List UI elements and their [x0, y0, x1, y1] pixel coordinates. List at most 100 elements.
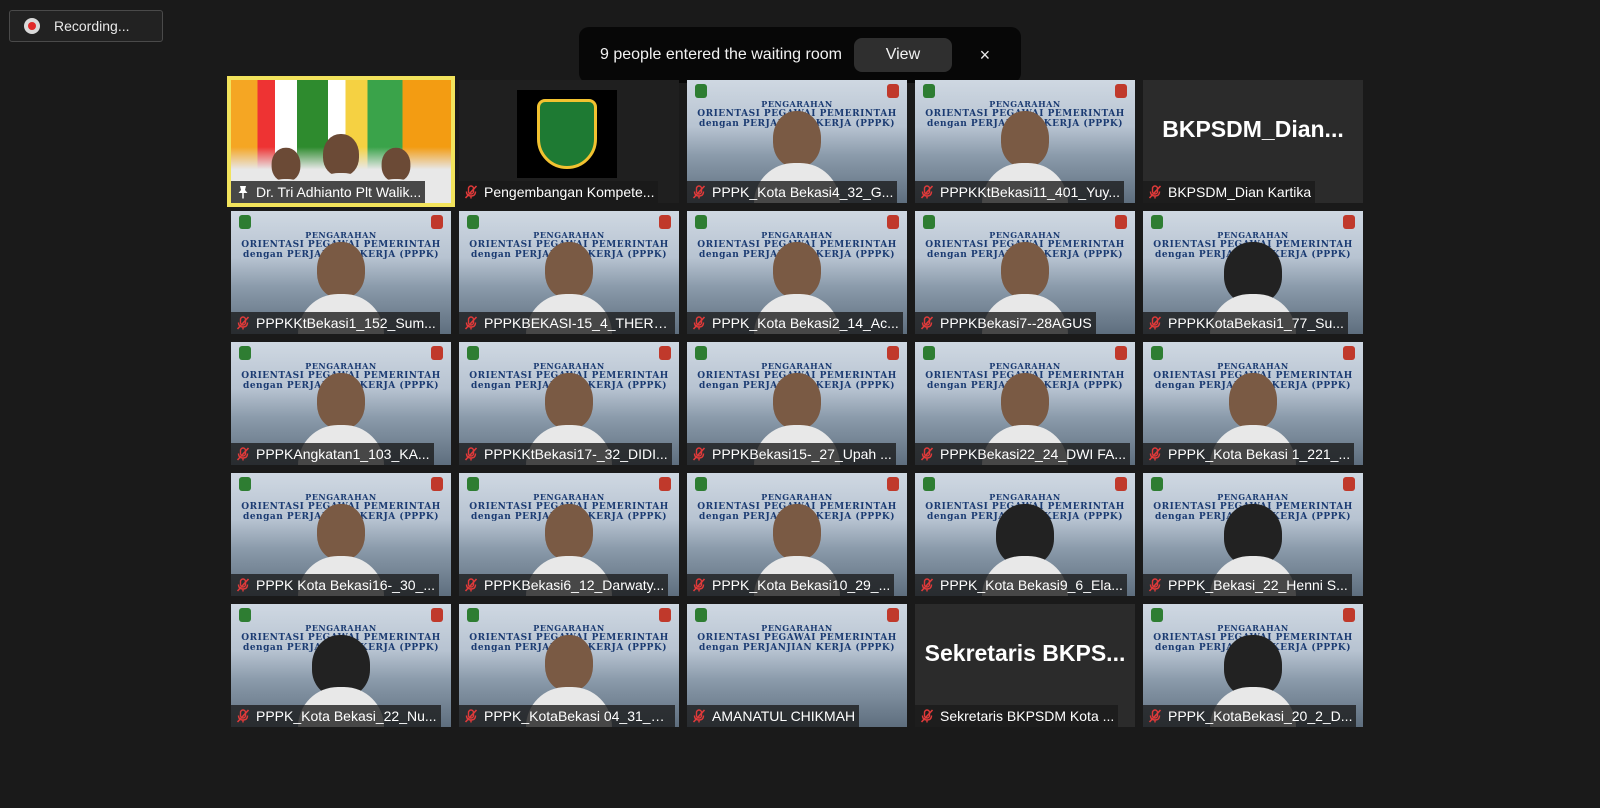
participant-tile[interactable]: Sekretaris BKPS... Sekretaris BKPSDM Kota…	[915, 604, 1135, 727]
participant-name: Pengembangan Kompete...	[484, 184, 655, 200]
participant-tile[interactable]: PENGARAHANORIENTASI PEGAWAI PEMERINTAHde…	[687, 473, 907, 596]
participant-name: PPPK Kota Bekasi16-_30_...	[256, 577, 435, 593]
banner-text: PENGARAHAN	[989, 361, 1061, 371]
banner-text: PENGARAHAN	[1217, 492, 1289, 502]
participant-name: PPPKKotaBekasi1_77_Su...	[1168, 315, 1344, 331]
mic-off-icon	[1148, 316, 1162, 330]
participant-tile[interactable]: Pengembangan Kompete...	[459, 80, 679, 203]
mic-off-icon	[692, 185, 706, 199]
mic-off-icon	[692, 709, 706, 723]
participant-name: PPPK_Kota Bekasi2_14_Ac...	[712, 315, 899, 331]
banner-text: PENGARAHAN	[305, 361, 377, 371]
banner-text: PENGARAHAN	[761, 99, 833, 109]
participant-name-label: PPPK_KotaBekasi_20_2_D...	[1143, 705, 1357, 727]
participant-name-label: PPPKBekasi22_24_DWI FA...	[915, 443, 1130, 465]
banner-text: PENGARAHAN	[533, 230, 605, 240]
participant-tile[interactable]: PENGARAHANORIENTASI PEGAWAI PEMERINTAHde…	[1143, 211, 1363, 334]
banner-text: PENGARAHAN	[761, 361, 833, 371]
close-icon[interactable]: ×	[974, 44, 996, 66]
recording-label: Recording...	[54, 18, 130, 34]
participant-tile[interactable]: PENGARAHANORIENTASI PEGAWAI PEMERINTAHde…	[687, 211, 907, 334]
participant-display-name: BKPSDM_Dian...	[1162, 116, 1344, 142]
participant-tile[interactable]: PENGARAHANORIENTASI PEGAWAI PEMERINTAHde…	[459, 604, 679, 727]
participant-tile[interactable]: BKPSDM_Dian... BKPSDM_Dian Kartika	[1143, 80, 1363, 203]
view-waiting-room-button[interactable]: View	[853, 38, 952, 72]
participant-name: PPPK_Kota Bekasi10_29_...	[712, 577, 891, 593]
participant-tile[interactable]: PENGARAHANORIENTASI PEGAWAI PEMERINTAHde…	[231, 342, 451, 465]
participant-display-name: Sekretaris BKPS...	[924, 640, 1126, 666]
participant-name-label: PPPKKtBekasi11_401_Yuy...	[915, 181, 1125, 203]
participant-name: PPPK_KotaBekasi_20_2_D...	[1168, 708, 1353, 724]
mic-off-icon	[236, 316, 250, 330]
banner-text: PENGARAHAN	[1217, 230, 1289, 240]
banner-text: dengan PERJANJIAN KERJA (PPPK)	[699, 643, 895, 653]
participant-tile[interactable]: PENGARAHANORIENTASI PEGAWAI PEMERINTAHde…	[231, 211, 451, 334]
participant-name: PPPK_Bekasi_22_Henni S...	[1168, 577, 1348, 593]
participant-tile[interactable]: PENGARAHANORIENTASI PEGAWAI PEMERINTAHde…	[1143, 604, 1363, 727]
participant-tile[interactable]: PENGARAHANORIENTASI PEGAWAI PEMERINTAHde…	[687, 604, 907, 727]
participant-name-label: Dr. Tri Adhianto Plt Walik...	[231, 181, 426, 203]
banner-text: PENGARAHAN	[1217, 623, 1289, 633]
participant-name: BKPSDM_Dian Kartika	[1168, 184, 1312, 200]
participant-tile[interactable]: PENGARAHANORIENTASI PEGAWAI PEMERINTAHde…	[231, 473, 451, 596]
participant-name: PPPK_Kota Bekasi 1_221_...	[1168, 446, 1351, 462]
participant-tile[interactable]: PENGARAHANORIENTASI PEGAWAI PEMERINTAHde…	[459, 473, 679, 596]
participant-tile[interactable]: PENGARAHANORIENTASI PEGAWAI PEMERINTAHde…	[915, 211, 1135, 334]
city-crest-logo	[517, 90, 617, 178]
participant-tile[interactable]: PENGARAHANORIENTASI PEGAWAI PEMERINTAHde…	[1143, 342, 1363, 465]
participant-name-label: PPPKBekasi7--28AGUS	[915, 312, 1096, 334]
banner-text: PENGARAHAN	[989, 492, 1061, 502]
participant-tile[interactable]: PENGARAHANORIENTASI PEGAWAI PEMERINTAHde…	[915, 80, 1135, 203]
participant-name-label: PPPKBEKASI-15_4_THERE...	[459, 312, 675, 334]
participant-tile[interactable]: PENGARAHANORIENTASI PEGAWAI PEMERINTAHde…	[1143, 473, 1363, 596]
participant-name-label: Sekretaris BKPSDM Kota ...	[915, 705, 1119, 727]
participant-gallery: Dr. Tri Adhianto Plt Walik... Pengembanga…	[227, 76, 1363, 727]
banner-text: PENGARAHAN	[533, 623, 605, 633]
participant-name-label: PPPK_Kota Bekasi10_29_...	[687, 574, 895, 596]
mic-off-icon	[692, 316, 706, 330]
recording-indicator[interactable]: Recording...	[9, 10, 163, 42]
participant-name-label: PPPKAngkatan1_103_KA...	[231, 443, 434, 465]
participant-name: Dr. Tri Adhianto Plt Walik...	[256, 184, 422, 200]
participant-name: PPPK_Kota Bekasi4_32_G...	[712, 184, 894, 200]
mic-off-icon	[692, 578, 706, 592]
participant-name: PPPKBekasi22_24_DWI FA...	[940, 446, 1126, 462]
waiting-room-message: 9 people entered the waiting room	[600, 46, 842, 63]
mic-off-icon	[464, 578, 478, 592]
participant-name-label: PPPKKotaBekasi1_77_Su...	[1143, 312, 1348, 334]
participant-name: AMANATUL CHIKMAH	[712, 708, 856, 724]
banner-text: PENGARAHAN	[533, 492, 605, 502]
participant-name-label: PPPK Kota Bekasi16-_30_...	[231, 574, 439, 596]
banner-text: PENGARAHAN	[761, 623, 833, 633]
participant-tile[interactable]: PENGARAHANORIENTASI PEGAWAI PEMERINTAHde…	[231, 604, 451, 727]
mic-off-icon	[464, 447, 478, 461]
participant-tile[interactable]: Dr. Tri Adhianto Plt Walik...	[227, 76, 455, 207]
participant-tile[interactable]: PENGARAHANORIENTASI PEGAWAI PEMERINTAHde…	[687, 342, 907, 465]
participant-name: Sekretaris BKPSDM Kota ...	[940, 708, 1115, 724]
waiting-room-notification: 9 people entered the waiting room View ×	[579, 27, 1021, 83]
banner-text: PENGARAHAN	[305, 492, 377, 502]
participant-name-label: PPPK_Kota Bekasi 1_221_...	[1143, 443, 1355, 465]
participant-tile[interactable]: PENGARAHANORIENTASI PEGAWAI PEMERINTAHde…	[915, 473, 1135, 596]
banner-text: ORIENTASI PEGAWAI PEMERINTAH	[697, 633, 897, 643]
participant-name-label: PPPK_Bekasi_22_Henni S...	[1143, 574, 1352, 596]
participant-tile[interactable]: PENGARAHANORIENTASI PEGAWAI PEMERINTAHde…	[459, 342, 679, 465]
participant-tile[interactable]: PENGARAHANORIENTASI PEGAWAI PEMERINTAHde…	[687, 80, 907, 203]
participant-name-label: Pengembangan Kompete...	[459, 181, 659, 203]
participant-tile[interactable]: PENGARAHANORIENTASI PEGAWAI PEMERINTAHde…	[915, 342, 1135, 465]
participant-name: PPPKKtBekasi11_401_Yuy...	[940, 184, 1121, 200]
participant-name-label: BKPSDM_Dian Kartika	[1143, 181, 1316, 203]
mic-off-icon	[1148, 185, 1162, 199]
record-icon	[24, 18, 40, 34]
banner-text: PENGARAHAN	[761, 492, 833, 502]
participant-name: PPPKBEKASI-15_4_THERE...	[484, 315, 671, 331]
banner-text: PENGARAHAN	[989, 230, 1061, 240]
mic-off-icon	[464, 709, 478, 723]
event-banner: PENGARAHANORIENTASI PEGAWAI PEMERINTAHde…	[687, 610, 907, 666]
participant-name: PPPKKtBekasi1_152_Sum...	[256, 315, 436, 331]
banner-text: PENGARAHAN	[989, 99, 1061, 109]
participant-tile[interactable]: PENGARAHANORIENTASI PEGAWAI PEMERINTAHde…	[459, 211, 679, 334]
participant-name: PPPKBekasi7--28AGUS	[940, 315, 1092, 331]
participant-name: PPPKAngkatan1_103_KA...	[256, 446, 430, 462]
mic-off-icon	[1148, 709, 1162, 723]
